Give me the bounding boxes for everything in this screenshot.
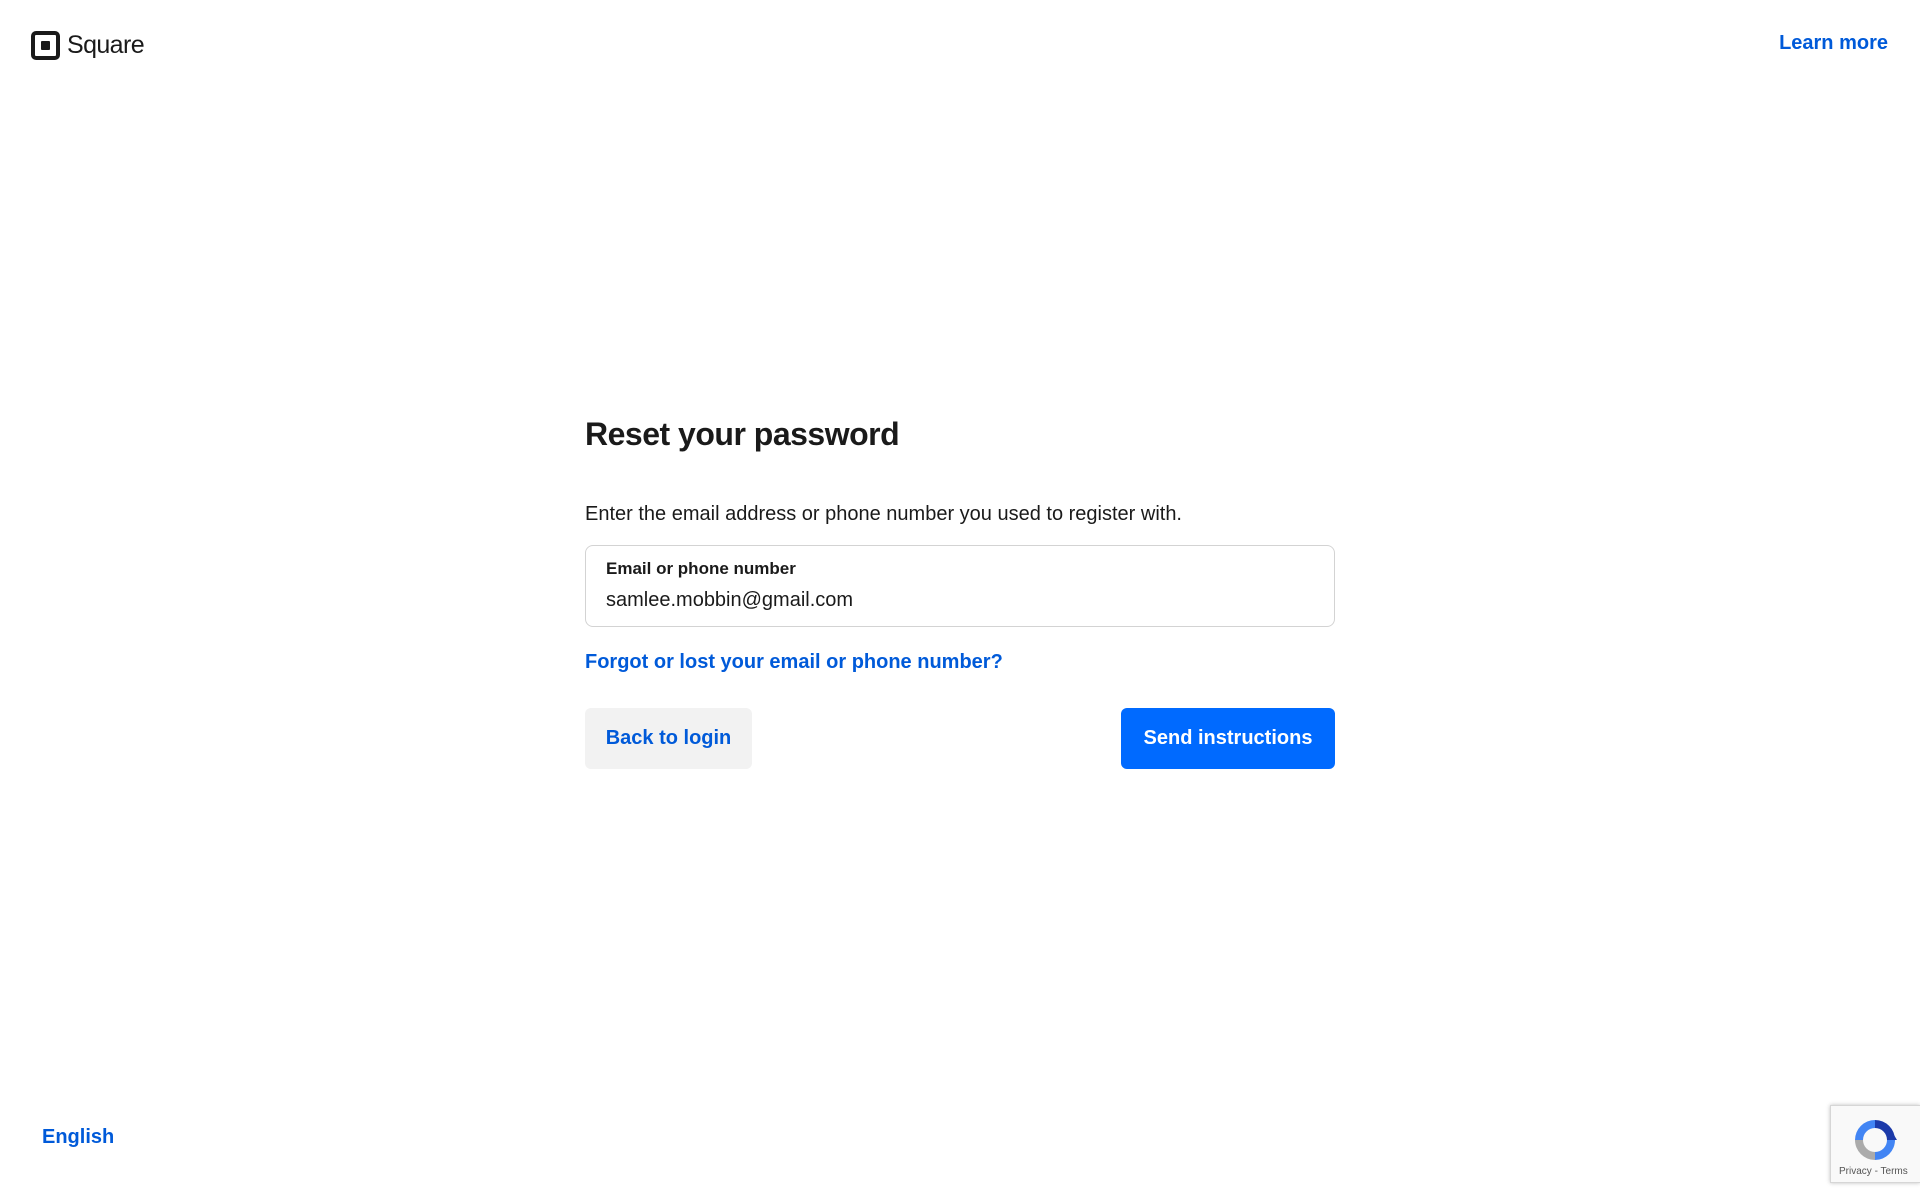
recaptcha-links: Privacy - Terms (1839, 1166, 1908, 1177)
language-selector[interactable]: English (42, 1126, 114, 1149)
email-phone-label: Email or phone number (606, 559, 796, 578)
recaptcha-icon (1855, 1120, 1897, 1160)
reset-password-form: Reset your password Enter the email addr… (585, 412, 1335, 769)
recaptcha-terms-link[interactable]: Terms (1881, 1166, 1908, 1177)
send-instructions-button[interactable]: Send instructions (1121, 708, 1335, 769)
logo-text: Square (67, 31, 145, 59)
forgot-email-phone-link[interactable]: Forgot or lost your email or phone numbe… (585, 651, 1003, 674)
form-actions: Back to login Send instructions (585, 708, 1335, 769)
recaptcha-privacy-link[interactable]: Privacy (1839, 1166, 1872, 1177)
reset-password-page: Square Learn more Reset your password En… (0, 0, 1920, 1200)
email-phone-input[interactable] (606, 588, 1314, 612)
square-logo[interactable]: Square (31, 31, 145, 60)
page-title: Reset your password (585, 416, 900, 452)
recaptcha-separator: - (1874, 1166, 1878, 1177)
instructions-text: Enter the email address or phone number … (585, 503, 1182, 525)
email-phone-field[interactable]: Email or phone number (585, 545, 1335, 627)
back-to-login-button[interactable]: Back to login (585, 708, 752, 769)
square-logo-icon (31, 31, 60, 60)
recaptcha-badge[interactable]: Privacy - Terms (1830, 1105, 1920, 1183)
learn-more-link[interactable]: Learn more (1779, 32, 1888, 55)
